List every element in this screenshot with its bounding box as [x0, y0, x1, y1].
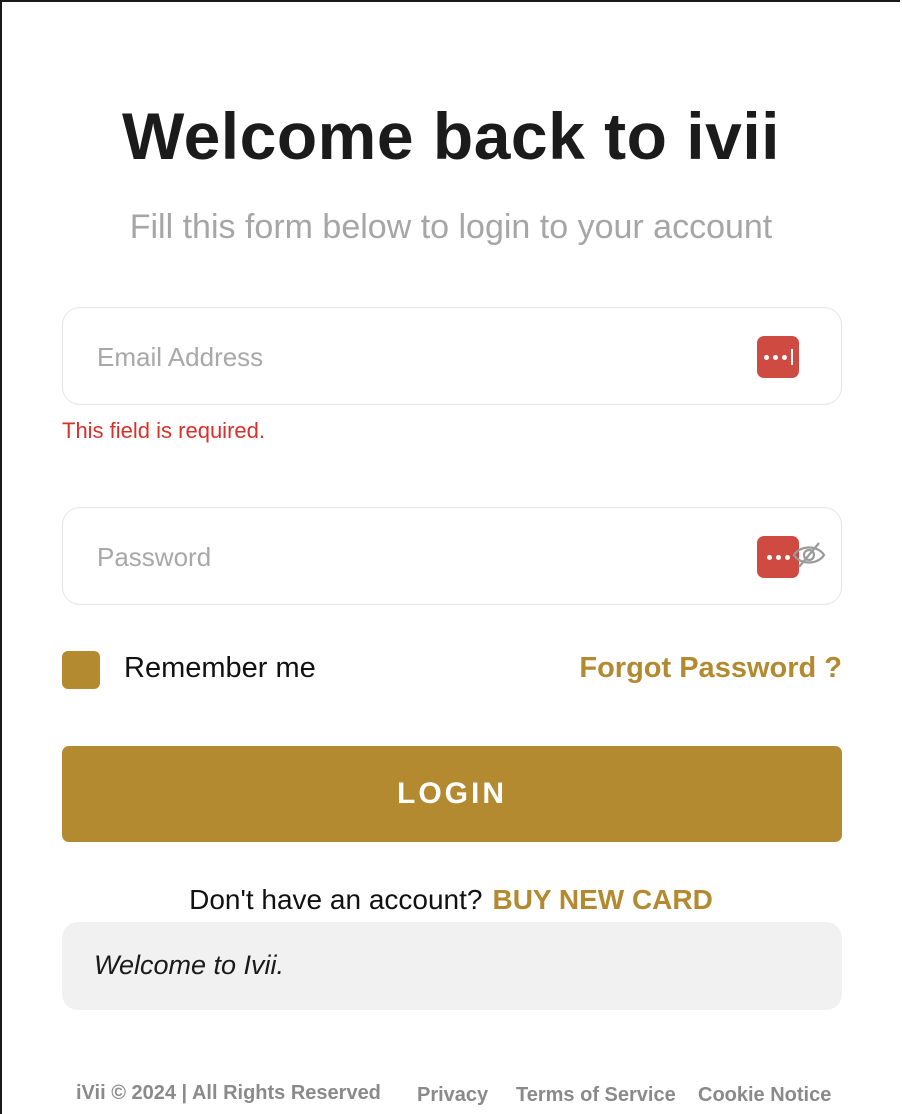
footer-link-privacy[interactable]: Privacy: [417, 1084, 488, 1107]
remember-me-checkbox[interactable]: [62, 651, 100, 689]
eye-off-icon[interactable]: [791, 540, 827, 570]
signup-row: Don't have an account? BUY NEW CARD: [0, 884, 902, 916]
forgot-password-link[interactable]: Forgot Password ?: [579, 652, 842, 685]
page-title: Welcome back to ivii: [121, 99, 780, 173]
password-input[interactable]: [95, 508, 739, 606]
email-input[interactable]: [95, 308, 739, 406]
remember-me-label[interactable]: Remember me: [124, 652, 316, 685]
password-manager-icon[interactable]: [757, 336, 799, 378]
footer-copyright: iVii © 2024 | All Rights Reserved: [76, 1082, 381, 1104]
footer-link-terms[interactable]: Terms of Service: [516, 1084, 676, 1107]
login-button[interactable]: LOGIN: [62, 746, 842, 842]
password-field: [62, 507, 842, 606]
email-field: [62, 307, 842, 406]
email-error-message: This field is required.: [62, 418, 265, 443]
buy-new-card-link[interactable]: BUY NEW CARD: [492, 884, 712, 915]
signup-prompt: Don't have an account?: [189, 884, 483, 915]
page-subtitle: Fill this form below to login to your ac…: [129, 208, 773, 246]
footer-link-cookie-notice[interactable]: Cookie Notice: [698, 1084, 831, 1107]
welcome-notice: Welcome to Ivii.: [62, 922, 842, 1010]
